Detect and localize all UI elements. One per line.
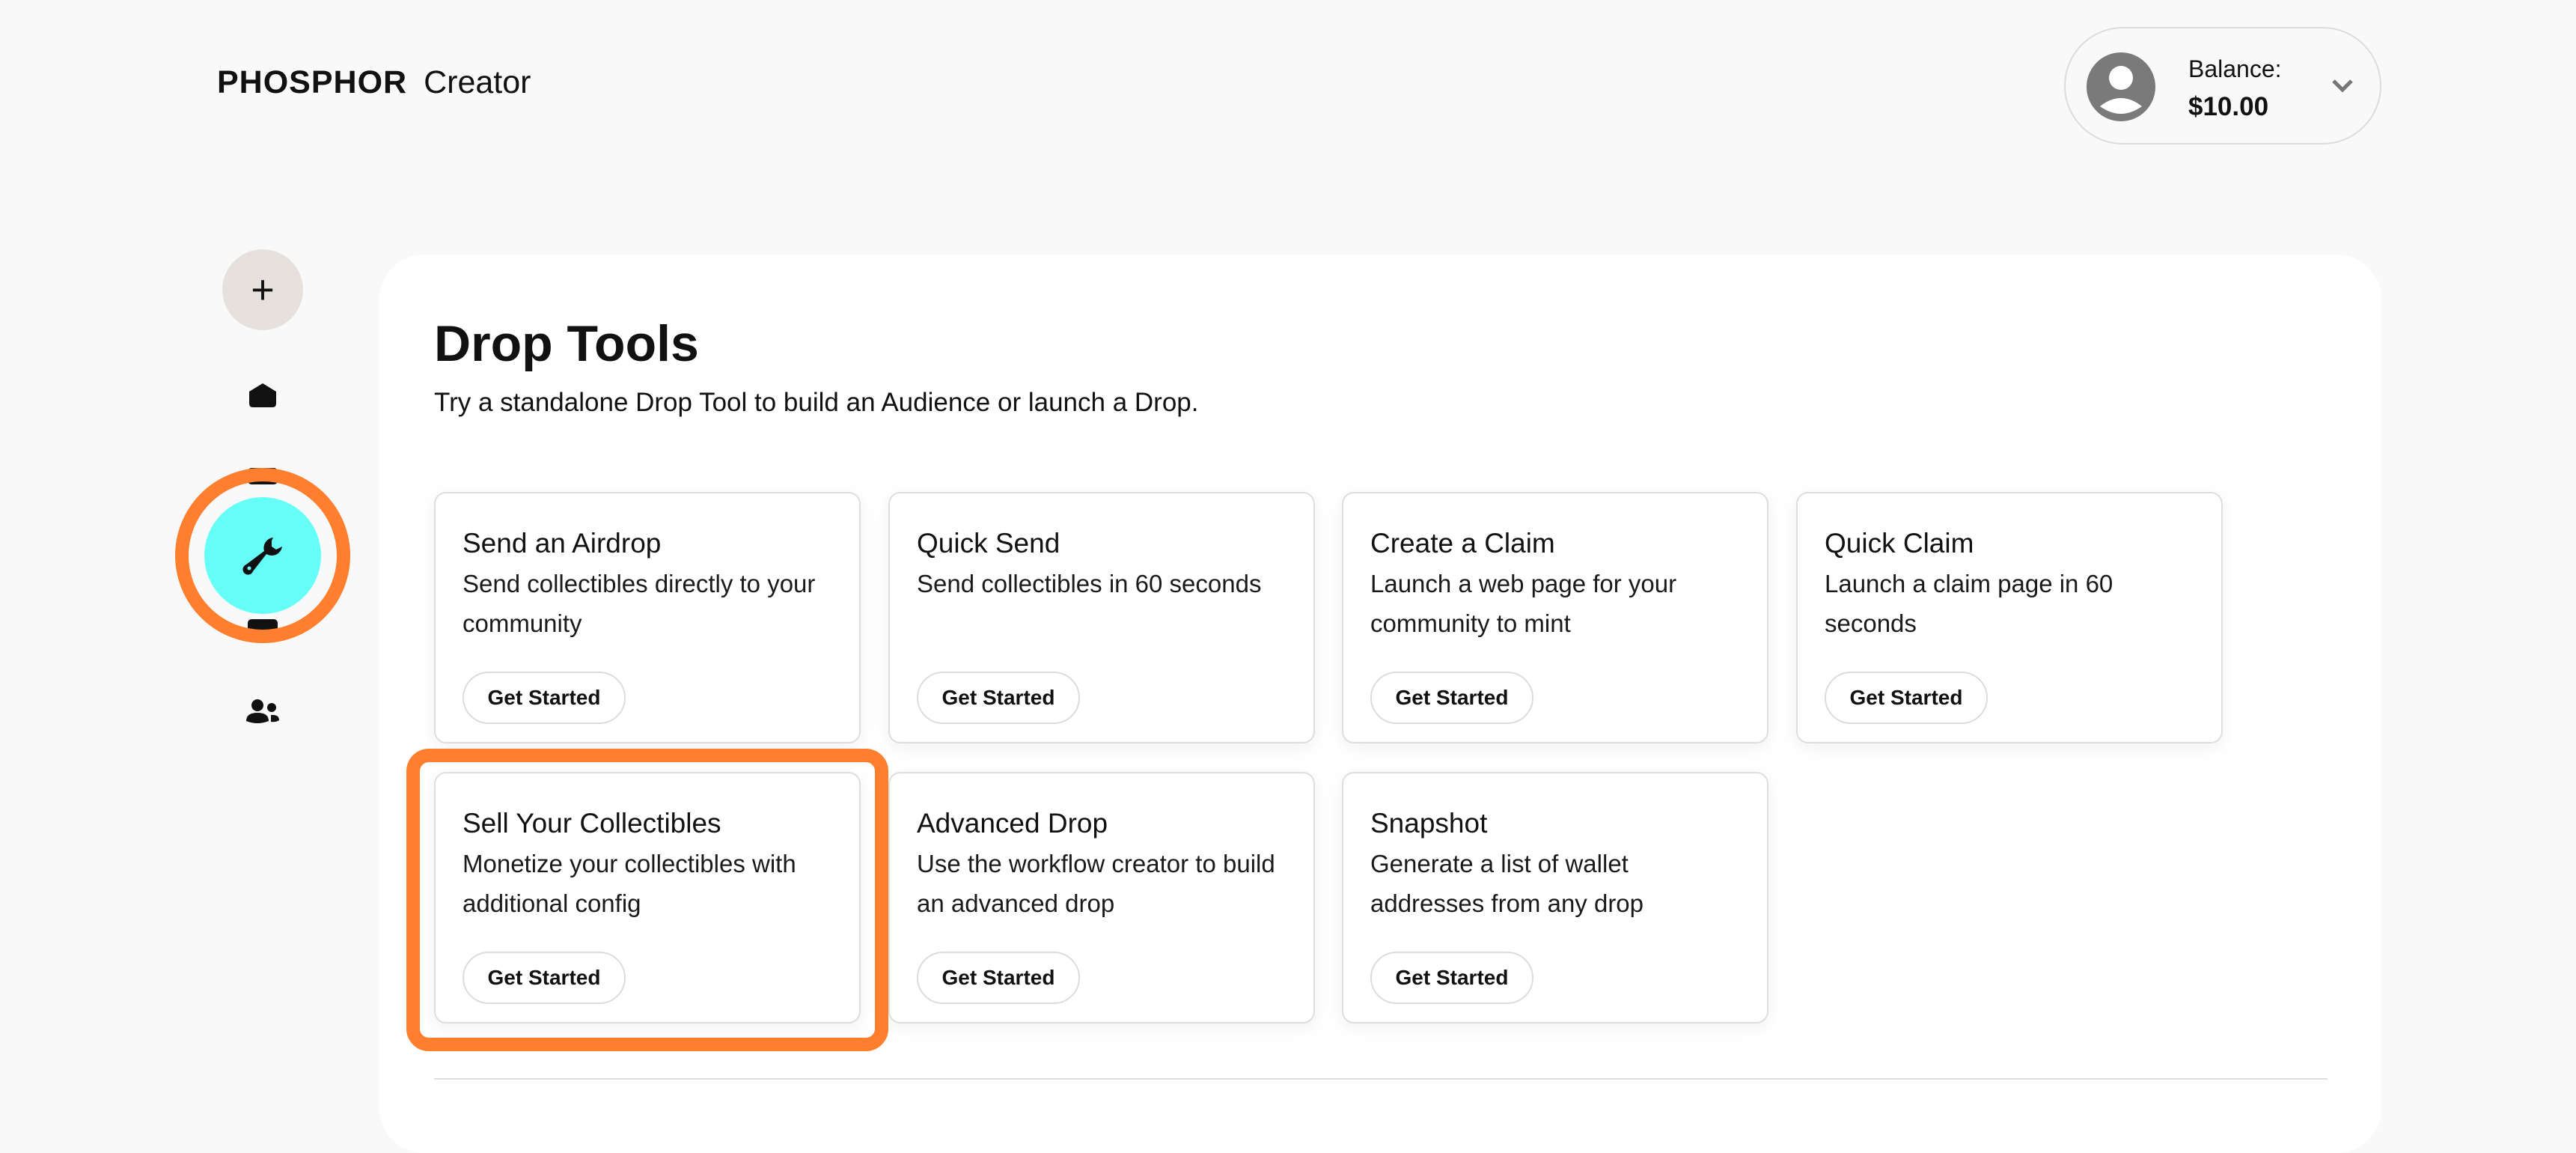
card-title: Create a Claim — [1370, 528, 1555, 559]
logo-brand: PHOSPHOR — [217, 64, 408, 100]
tool-card-quick-claim[interactable]: Quick Claim Launch a claim page in 60 se… — [1796, 492, 2223, 743]
page-subtitle: Try a standalone Drop Tool to build an A… — [434, 388, 1199, 417]
users-icon — [246, 699, 279, 723]
tool-card-create-claim[interactable]: Create a Claim Launch a web page for you… — [1342, 492, 1768, 743]
card-title: Advanced Drop — [917, 808, 1108, 839]
home-icon — [249, 383, 276, 407]
tool-card-advanced-drop[interactable]: Advanced Drop Use the workflow creator t… — [888, 772, 1315, 1023]
page-title: Drop Tools — [434, 315, 699, 372]
get-started-button[interactable]: Get Started — [463, 672, 626, 724]
get-started-button[interactable]: Get Started — [1370, 952, 1533, 1004]
balance-label: Balance: — [2188, 55, 2282, 82]
get-started-button[interactable]: Get Started — [463, 952, 626, 1004]
tool-card-quick-send[interactable]: Quick Send Send collectibles in 60 secon… — [888, 492, 1315, 743]
get-started-button[interactable]: Get Started — [1370, 672, 1533, 724]
get-started-button[interactable]: Get Started — [917, 672, 1080, 724]
card-description: Use the workflow creator to build an adv… — [917, 850, 1275, 917]
chevron-down-icon[interactable] — [2328, 75, 2357, 97]
sidebar-item-audiences[interactable] — [222, 671, 303, 752]
divider — [434, 1078, 2328, 1080]
sidebar-item-home[interactable] — [222, 355, 303, 436]
balance-value: $10.00 — [2188, 92, 2269, 121]
avatar-icon — [2087, 52, 2155, 121]
plus-icon: + — [251, 267, 275, 312]
logo[interactable]: PHOSPHOR Creator — [217, 64, 531, 101]
tool-card-snapshot[interactable]: Snapshot Generate a list of wallet addre… — [1342, 772, 1768, 1023]
get-started-button[interactable]: Get Started — [917, 952, 1080, 1004]
balance-menu[interactable]: Balance: $10.00 — [2064, 27, 2381, 144]
sidebar-item-drop-tools[interactable] — [204, 497, 321, 614]
card-description: Generate a list of wallet addresses from… — [1370, 850, 1644, 917]
card-description: Send collectibles in 60 seconds — [917, 570, 1262, 597]
tool-card-send-airdrop[interactable]: Send an Airdrop Send collectibles direct… — [434, 492, 861, 743]
card-title: Sell Your Collectibles — [463, 808, 721, 839]
card-description: Monetize your collectibles with addition… — [463, 850, 796, 917]
card-description: Launch a claim page in 60 seconds — [1825, 570, 2113, 637]
card-title: Quick Claim — [1825, 528, 1974, 559]
logo-product: Creator — [424, 64, 531, 100]
get-started-button[interactable]: Get Started — [1825, 672, 1988, 724]
card-description: Send collectibles directly to your commu… — [463, 570, 816, 637]
card-title: Send an Airdrop — [463, 528, 662, 559]
card-title: Snapshot — [1370, 808, 1488, 839]
create-button[interactable]: + — [222, 249, 303, 330]
tool-card-sell-collectibles[interactable]: Sell Your Collectibles Monetize your col… — [434, 772, 861, 1023]
card-title: Quick Send — [917, 528, 1060, 559]
card-description: Launch a web page for your community to … — [1370, 570, 1677, 637]
wrench-icon — [242, 538, 282, 575]
